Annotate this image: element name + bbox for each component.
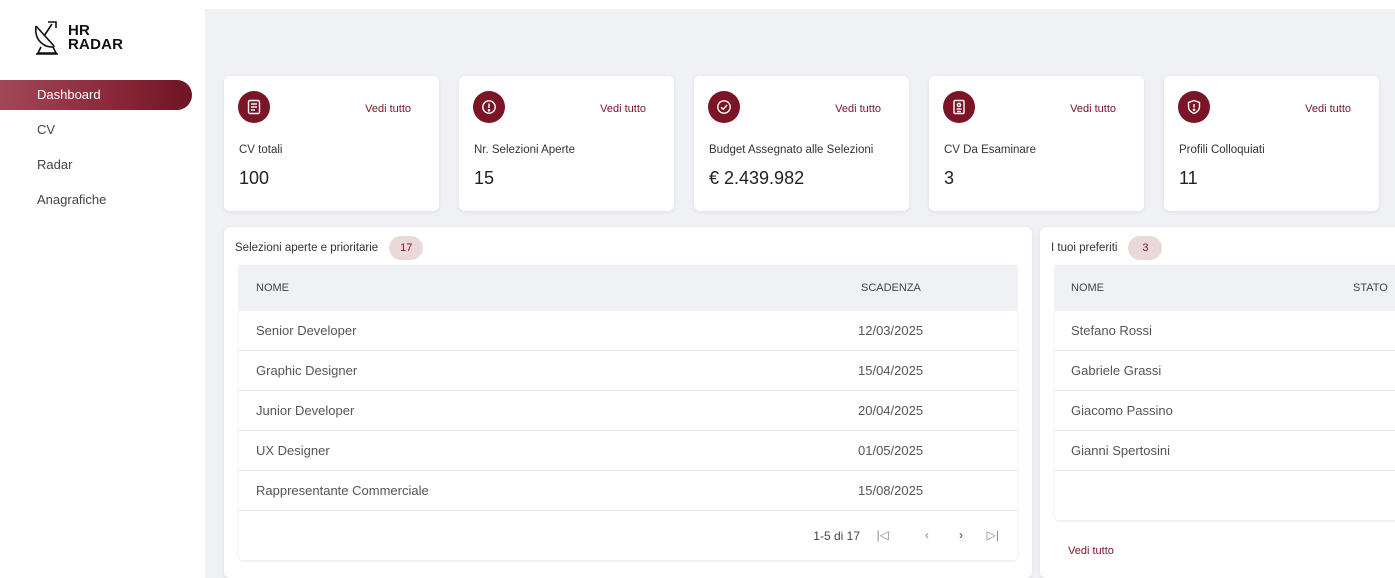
table-header: NOME STATO	[1055, 265, 1395, 311]
stat-card-cv-totali: Vedi tutto CV totali 100	[224, 76, 439, 211]
first-page-icon[interactable]: |◁	[877, 528, 889, 542]
table-row[interactable]: Rappresentante Commerciale 15/08/2025	[239, 471, 1017, 511]
table-row[interactable]: UX Designer 01/05/2025	[239, 431, 1017, 471]
sidebar-item-radar[interactable]: Radar	[0, 150, 192, 180]
stat-card-cv-da-esaminare: Vedi tutto CV Da Esaminare 3	[929, 76, 1144, 211]
column-header-nome[interactable]: NOME	[256, 282, 289, 294]
stat-label: CV Da Esaminare	[944, 144, 1037, 156]
id-badge-icon	[943, 91, 975, 123]
stat-value: 100	[239, 168, 270, 188]
stat-label: CV totali	[239, 144, 283, 156]
table-row[interactable]: Stefano Rossi	[1055, 311, 1395, 351]
row-name: Graphic Designer	[256, 363, 358, 378]
stat-card-budget: Vedi tutto Budget Assegnato alle Selezio…	[694, 76, 909, 211]
row-name: Giacomo Passino	[1071, 403, 1173, 418]
column-header-stato[interactable]: STATO	[1353, 282, 1388, 294]
main-content: Vedi tutto CV totali 100 Vedi tutto Nr. …	[205, 9, 1395, 578]
sidebar-item-cv[interactable]: CV	[0, 115, 192, 145]
row-name: Rappresentante Commerciale	[256, 483, 429, 498]
last-page-icon[interactable]: ▷|	[987, 528, 999, 542]
selections-count-badge: 17	[389, 236, 424, 260]
stat-label: Profili Colloquiati	[1179, 144, 1265, 156]
pagination: 1-5 di 17 |◁ ‹ › ▷|	[239, 511, 1017, 560]
view-all-link[interactable]: Vedi tutto	[1070, 103, 1116, 115]
favorites-panel: I tuoi preferiti 3 NOME STATO Stefano Ro…	[1040, 227, 1395, 578]
stat-label: Budget Assegnato alle Selezioni	[709, 144, 874, 156]
table-row[interactable]: Giacomo Passino	[1055, 391, 1395, 431]
stat-value: € 2.439.982	[709, 168, 805, 188]
sidebar-nav: Dashboard CV Radar Anagrafiche	[0, 80, 192, 220]
stat-card-profili-colloquiati: Vedi tutto Profili Colloquiati 11	[1164, 76, 1379, 211]
sidebar: HR RADAR Dashboard CV Radar Anagrafiche	[0, 0, 205, 578]
view-all-link[interactable]: Vedi tutto	[365, 103, 411, 115]
row-name: Senior Developer	[256, 323, 357, 338]
view-all-link[interactable]: Vedi tutto	[1305, 103, 1351, 115]
table-row[interactable]: Graphic Designer 15/04/2025	[239, 351, 1017, 391]
row-deadline: 20/04/2025	[858, 403, 924, 418]
favorites-view-all-link[interactable]: Vedi tutto	[1068, 545, 1114, 557]
stat-card-selezioni-aperte: Vedi tutto Nr. Selezioni Aperte 15	[459, 76, 674, 211]
view-all-link[interactable]: Vedi tutto	[835, 103, 881, 115]
stat-value: 3	[944, 168, 955, 188]
row-name: Stefano Rossi	[1071, 323, 1152, 338]
row-deadline: 15/08/2025	[858, 483, 924, 498]
document-icon	[238, 91, 270, 123]
table-row[interactable]: Gabriele Grassi	[1055, 351, 1395, 391]
sidebar-item-dashboard[interactable]: Dashboard	[0, 80, 192, 110]
row-deadline: 15/04/2025	[858, 363, 924, 378]
check-circle-icon	[708, 91, 740, 123]
stat-label: Nr. Selezioni Aperte	[474, 144, 576, 156]
app-logo[interactable]: HR RADAR	[32, 20, 123, 56]
table-row[interactable]: Gianni Spertosini	[1055, 431, 1395, 471]
alert-circle-icon	[473, 91, 505, 123]
favorites-table: NOME STATO Stefano Rossi Gabriele Grassi…	[1055, 265, 1395, 520]
selections-title: Selezioni aperte e prioritarie 17	[235, 236, 424, 260]
favorites-count-badge: 3	[1128, 236, 1163, 260]
row-name: Junior Developer	[256, 403, 355, 418]
pagination-range: 1-5 di 17	[813, 529, 860, 543]
column-header-nome[interactable]: NOME	[1071, 282, 1104, 294]
row-deadline: 12/03/2025	[858, 323, 924, 338]
column-header-scadenza[interactable]: SCADENZA	[861, 282, 921, 294]
table-row[interactable]: Junior Developer 20/04/2025	[239, 391, 1017, 431]
satellite-dish-icon	[34, 21, 58, 55]
selections-panel: Selezioni aperte e prioritarie 17 NOME S…	[224, 227, 1032, 578]
table-header: NOME SCADENZA	[239, 265, 1017, 311]
stat-value: 15	[474, 168, 495, 188]
shield-icon	[1178, 91, 1210, 123]
selections-table: NOME SCADENZA Senior Developer 12/03/202…	[239, 265, 1017, 560]
stat-value: 11	[1179, 168, 1198, 188]
prev-page-icon[interactable]: ‹	[925, 528, 929, 542]
row-name: Gianni Spertosini	[1071, 443, 1170, 458]
logo-text: HR RADAR	[68, 22, 124, 53]
favorites-title: I tuoi preferiti 3	[1051, 236, 1163, 260]
sidebar-item-anagrafiche[interactable]: Anagrafiche	[0, 185, 192, 215]
row-name: Gabriele Grassi	[1071, 363, 1162, 378]
view-all-link[interactable]: Vedi tutto	[600, 103, 646, 115]
row-name: UX Designer	[256, 443, 330, 458]
table-row[interactable]: Senior Developer 12/03/2025	[239, 311, 1017, 351]
next-page-icon[interactable]: ›	[959, 528, 963, 542]
row-deadline: 01/05/2025	[858, 443, 924, 458]
